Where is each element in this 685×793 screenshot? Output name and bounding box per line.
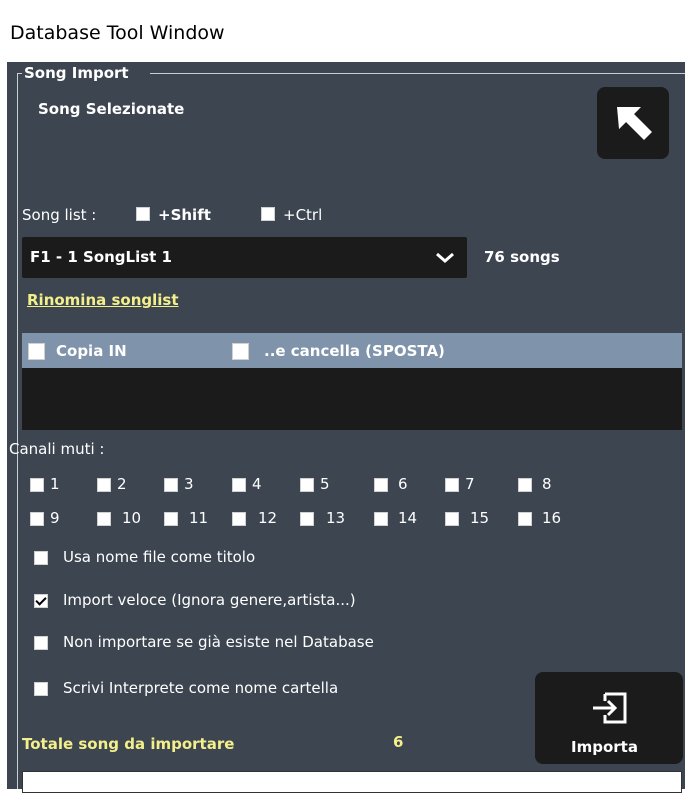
total-value: 6 xyxy=(393,733,404,751)
import-icon xyxy=(593,692,627,724)
copia-in-label: Copia IN xyxy=(56,342,127,360)
channel-2-label: 2 xyxy=(117,475,127,493)
fast-import-checkbox[interactable] xyxy=(34,594,48,608)
use-filename-checkbox[interactable] xyxy=(34,551,48,565)
channel-4-checkbox[interactable] xyxy=(232,478,246,492)
import-button-label: Importa xyxy=(571,738,638,756)
fast-import-label: Import veloce (Ignora genere,artista...) xyxy=(63,591,356,609)
channel-13-checkbox[interactable] xyxy=(300,512,314,526)
songlist-label: Song list : xyxy=(22,206,97,224)
artist-as-folder-label: Scrivi Interprete come nome cartella xyxy=(63,679,339,697)
window-title: Database Tool Window xyxy=(10,22,225,44)
channel-12-label: 12 xyxy=(258,509,278,527)
cancella-label: ..e cancella (SPOSTA) xyxy=(264,342,445,360)
skip-existing-label: Non importare se già esiste nel Database xyxy=(63,633,374,651)
channel-9-checkbox[interactable] xyxy=(30,512,44,526)
songlist-dropdown[interactable]: F1 - 1 SongList 1 xyxy=(22,237,467,278)
channel-11-checkbox[interactable] xyxy=(164,512,178,526)
channel-16-checkbox[interactable] xyxy=(518,512,532,526)
channel-11-label: 11 xyxy=(189,509,209,527)
channel-5-label: 5 xyxy=(320,475,330,493)
channel-10-checkbox[interactable] xyxy=(97,512,111,526)
channel-12-checkbox[interactable] xyxy=(232,512,246,526)
channel-16-label: 16 xyxy=(542,509,562,527)
channel-7-label: 7 xyxy=(465,475,475,493)
channel-9-label: 9 xyxy=(50,509,60,527)
skip-existing-checkbox[interactable] xyxy=(34,636,48,650)
song-count: 76 songs xyxy=(484,248,560,266)
rename-songlist-link[interactable]: Rinomina songlist xyxy=(27,291,179,309)
shift-label: +Shift xyxy=(158,206,211,224)
channel-1-checkbox[interactable] xyxy=(30,478,44,492)
channel-10-label: 10 xyxy=(122,509,142,527)
channel-15-label: 15 xyxy=(470,509,490,527)
muted-channels-label: Canali muti : xyxy=(9,440,105,458)
ctrl-checkbox[interactable] xyxy=(261,207,275,221)
channel-15-checkbox[interactable] xyxy=(445,512,459,526)
back-button[interactable] xyxy=(597,87,669,159)
channel-5-checkbox[interactable] xyxy=(300,478,314,492)
copy-destination-box[interactable] xyxy=(22,368,682,430)
arrow-up-left-icon xyxy=(617,107,652,140)
songlist-selected: F1 - 1 SongList 1 xyxy=(30,248,172,266)
channel-8-label: 8 xyxy=(542,475,552,493)
selected-songs-label: Song Selezionate xyxy=(38,100,185,118)
title-bar: Database Tool Window xyxy=(0,0,685,62)
group-border-left xyxy=(17,73,18,789)
status-field[interactable] xyxy=(22,771,682,793)
channel-3-label: 3 xyxy=(184,475,194,493)
channel-8-checkbox[interactable] xyxy=(518,478,532,492)
ctrl-label: +Ctrl xyxy=(283,206,323,224)
group-title: Song Import xyxy=(22,64,131,82)
channel-14-checkbox[interactable] xyxy=(374,512,388,526)
artist-as-folder-checkbox[interactable] xyxy=(34,682,48,696)
chevron-down-icon xyxy=(436,252,454,263)
channel-4-label: 4 xyxy=(252,475,262,493)
shift-checkbox[interactable] xyxy=(136,207,150,221)
channel-7-checkbox[interactable] xyxy=(445,478,459,492)
use-filename-label: Usa nome file come titolo xyxy=(63,548,256,566)
channel-2-checkbox[interactable] xyxy=(97,478,111,492)
copia-in-checkbox[interactable] xyxy=(28,343,45,360)
cancella-checkbox[interactable] xyxy=(232,343,249,360)
import-button[interactable]: Importa xyxy=(535,672,683,764)
channel-3-checkbox[interactable] xyxy=(164,478,178,492)
channel-13-label: 13 xyxy=(326,509,346,527)
total-label: Totale song da importare xyxy=(22,735,235,753)
channel-14-label: 14 xyxy=(398,509,418,527)
group-border-top-right xyxy=(150,73,685,74)
channel-6-label: 6 xyxy=(398,475,408,493)
channel-1-label: 1 xyxy=(50,475,60,493)
channel-6-checkbox[interactable] xyxy=(374,478,388,492)
